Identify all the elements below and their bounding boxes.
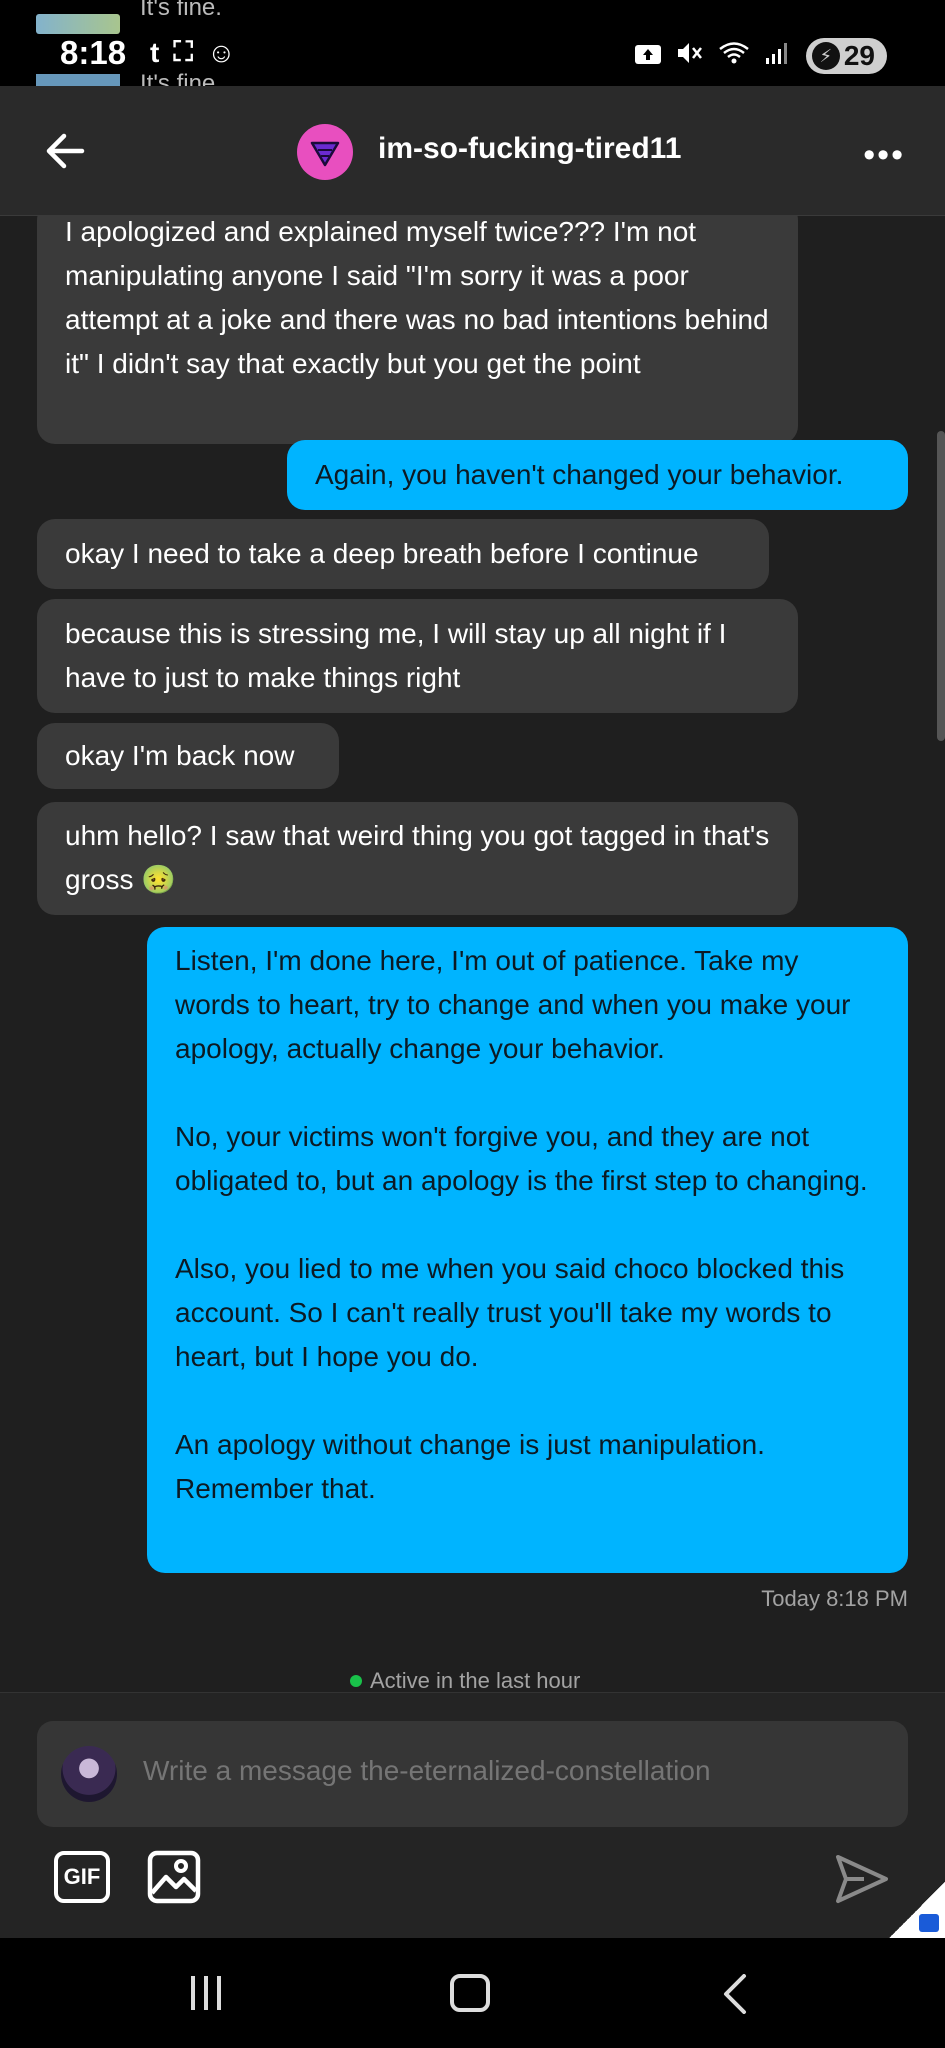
battery-level: 29 [843,40,875,71]
scrollbar[interactable] [937,431,945,741]
wifi-icon [718,40,750,73]
clock: 8:18 [60,34,127,71]
more-options-icon[interactable]: ••• [863,136,905,175]
message-bubble-outgoing: Again, you haven't changed your behavior… [287,440,908,510]
screenshot-icon: ⛶ [173,36,193,67]
send-icon[interactable] [834,1851,890,1907]
composer: GIF [0,1692,945,1938]
background-text: It's fine [140,70,216,86]
message-bubble-incoming: okay I'm back now [37,723,339,789]
tumblr-icon: t [150,36,160,68]
signal-icon [764,40,792,73]
message-bubble-incoming: I apologized and explained myself twice?… [37,216,798,444]
message-timestamp: Today 8:18 PM [761,1586,908,1611]
system-back-icon[interactable] [720,1974,750,2014]
activity-status: Active in the last hour [350,1668,580,1692]
user-avatar [61,1746,117,1802]
message-bubble-incoming: uhm hello? I saw that weird thing you go… [37,802,798,915]
system-navigation-bar [0,1938,945,2048]
status-bar: It's fine. It's fine 8:18 t ⛶ ☺ ⚡ 29 [0,0,945,86]
battery-indicator: ⚡ 29 [805,38,887,74]
mute-icon [676,40,704,73]
conversation-header: im-so-fucking-tired11 ••• [0,86,945,216]
upload-icon [634,41,662,72]
activity-status-text: Active in the last hour [370,1668,581,1692]
gif-button[interactable]: GIF [54,1851,110,1903]
message-bubble-incoming: because this is stressing me, I will sta… [37,599,798,713]
message-input[interactable] [143,1755,883,1787]
online-dot-icon [350,1675,362,1687]
message-thread[interactable]: I apologized and explained myself twice?… [0,216,945,1692]
recent-apps-icon[interactable] [188,1976,224,2010]
message-input-container[interactable] [37,1721,908,1827]
recipient-avatar[interactable] [297,124,353,180]
notification-icons: t ⛶ ☺ [150,36,236,69]
message-bubble-incoming: okay I need to take a deep breath before… [37,519,769,589]
upload-badge-icon [919,1914,939,1932]
background-text: It's fine. [140,0,222,21]
recipient-username[interactable]: im-so-fucking-tired11 [378,132,681,166]
charging-icon: ⚡ [811,42,840,70]
back-arrow-icon[interactable] [40,126,90,176]
system-icons: ⚡ 29 [634,38,887,74]
floating-corner-widget[interactable] [889,1882,945,1938]
image-icon[interactable] [146,1849,202,1905]
home-icon[interactable] [450,1974,490,2012]
accessibility-icon: ☺ [206,36,236,68]
message-bubble-outgoing: Listen, I'm done here, I'm out of patien… [147,927,908,1573]
